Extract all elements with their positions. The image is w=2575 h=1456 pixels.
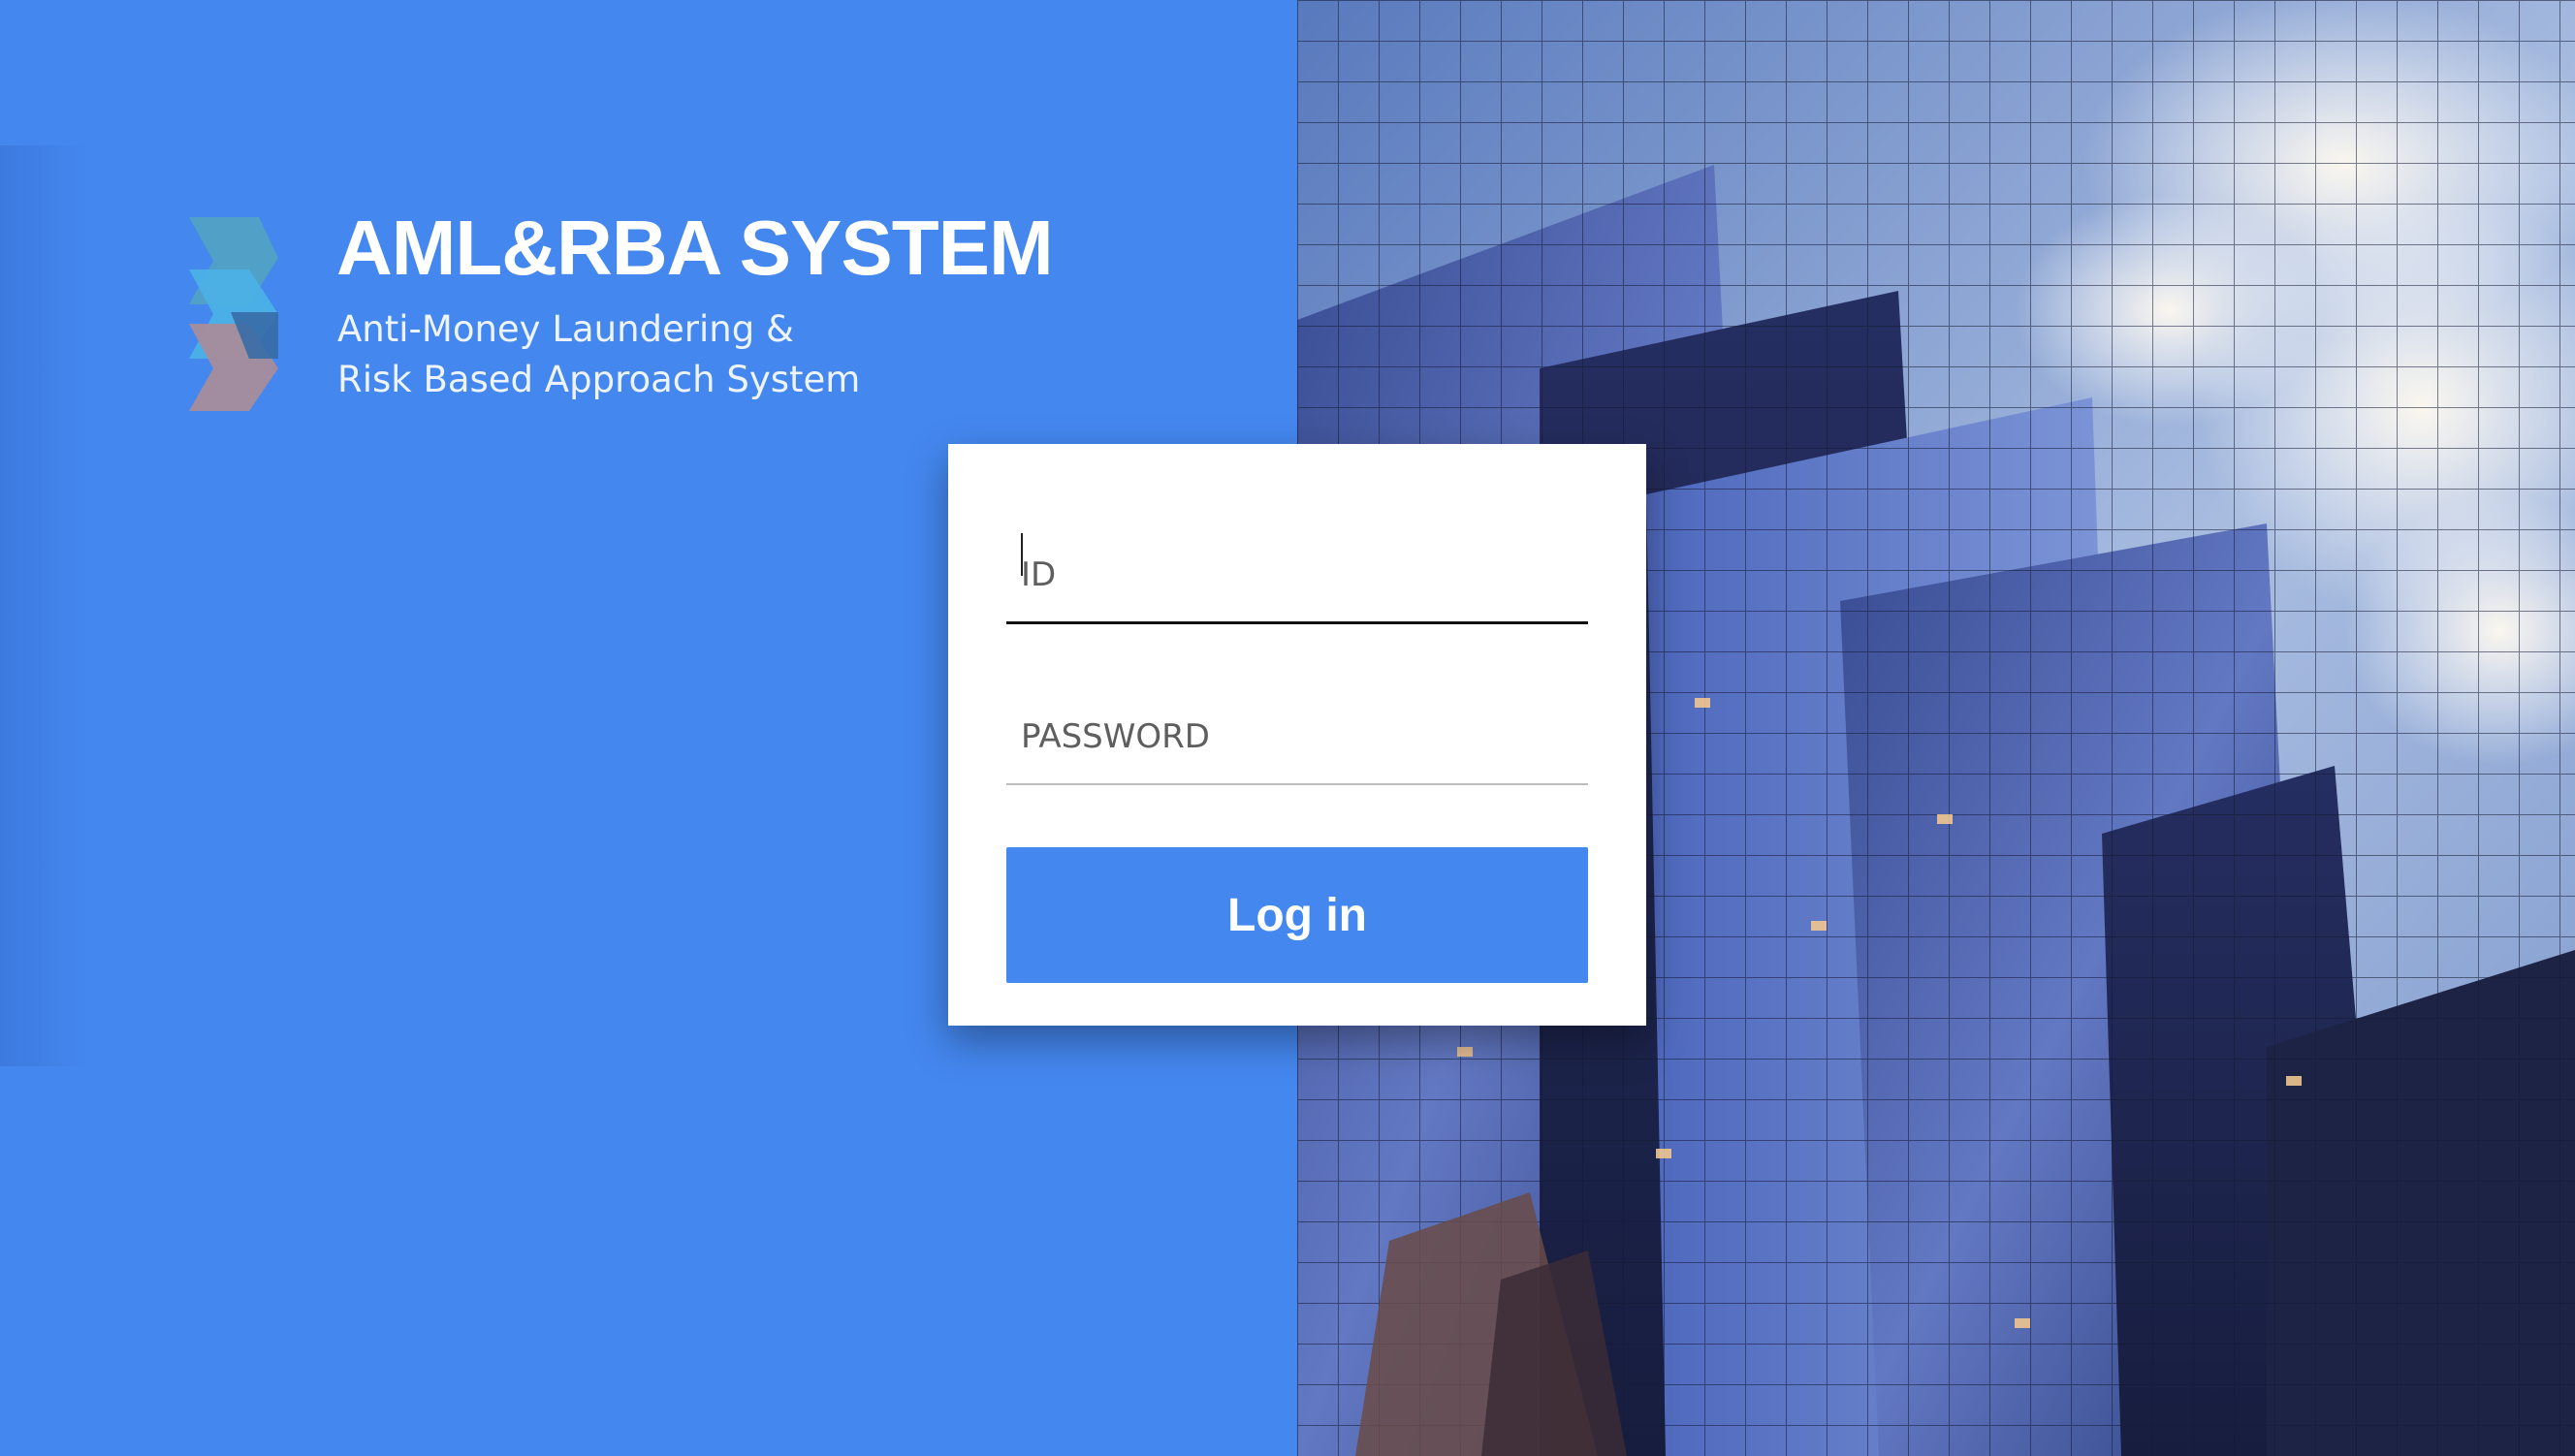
id-input[interactable] xyxy=(1006,546,1583,604)
login-page: AML&RBA SYSTEM Anti-Money Laundering & R… xyxy=(0,0,2575,1456)
layered-hexagon-logo-icon xyxy=(189,217,278,411)
login-card: Log in xyxy=(948,444,1646,1026)
brand-header: AML&RBA SYSTEM Anti-Money Laundering & R… xyxy=(189,204,1062,417)
subtitle-line-2: Risk Based Approach System xyxy=(337,359,861,400)
subtitle-line-1: Anti-Money Laundering & xyxy=(337,308,794,350)
id-field xyxy=(1006,444,1588,624)
password-input[interactable] xyxy=(1006,708,1583,766)
left-panel-shadow xyxy=(0,145,87,1066)
login-button[interactable]: Log in xyxy=(1006,847,1588,983)
app-subtitle: Anti-Money Laundering & Risk Based Appro… xyxy=(337,304,860,405)
password-field xyxy=(1006,686,1588,785)
app-title: AML&RBA SYSTEM xyxy=(336,205,1054,291)
text-caret xyxy=(1021,533,1023,576)
